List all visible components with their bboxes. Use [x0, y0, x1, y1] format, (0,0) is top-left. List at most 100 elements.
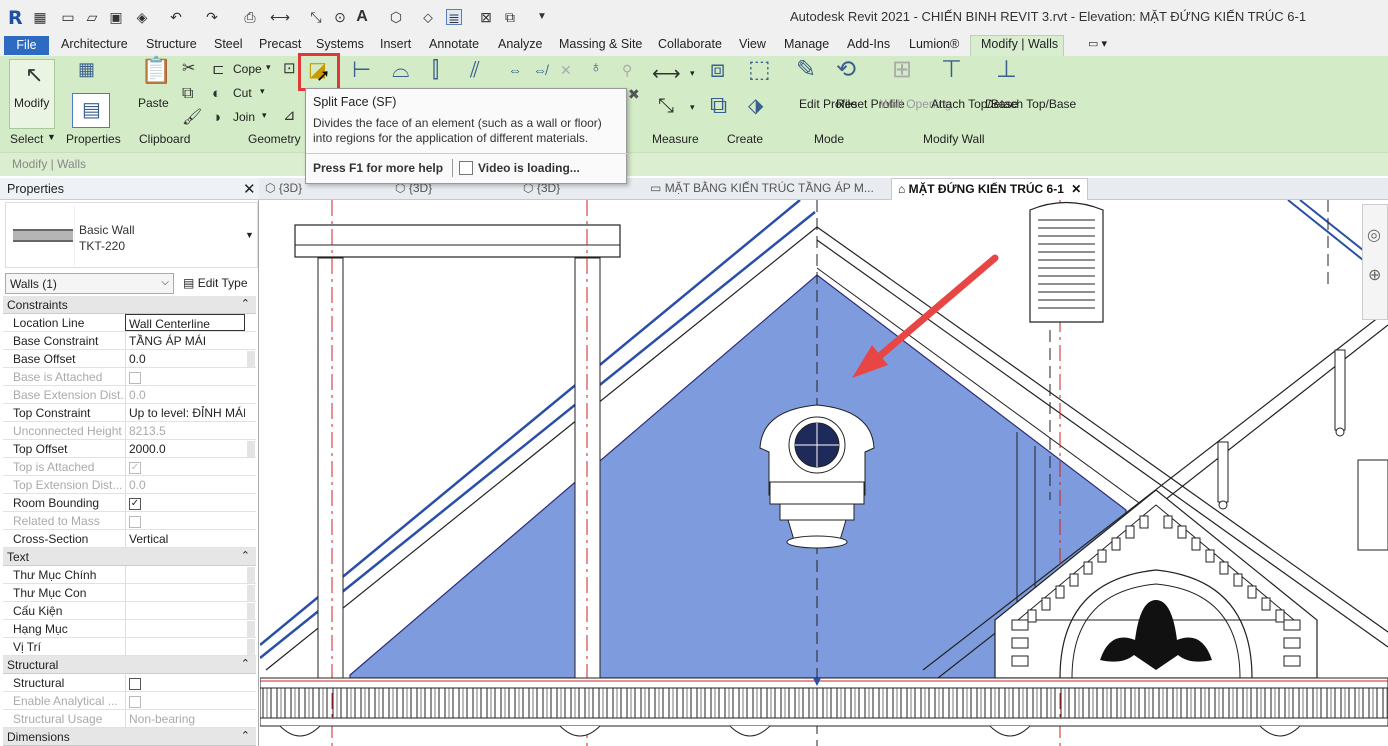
tab-add-ins[interactable]: Add-Ins — [847, 37, 890, 51]
tab-structure[interactable]: Structure — [146, 37, 197, 51]
match-properties-icon[interactable]: 🖌 — [182, 108, 202, 128]
file-menu-button[interactable]: File — [4, 36, 49, 55]
row-top-offset[interactable]: Top Offset 2000.0 — [3, 440, 256, 458]
undo-icon[interactable]: ↶ — [168, 9, 184, 25]
join-icon[interactable]: ◑ — [212, 108, 221, 128]
join-label[interactable]: Join — [233, 110, 255, 124]
dimension-dropdown-icon[interactable]: ▾ — [690, 102, 695, 113]
row-thu-muc-con[interactable]: Thư Mục Con — [3, 584, 256, 602]
detach-top-base-label[interactable]: Detach Top/Base — [985, 97, 1076, 112]
view-tab-floor-plan[interactable]: ▭ MẶT BẰNG KIẾN TRÚC TẦNG ÁP M... — [650, 181, 874, 195]
open-folder-icon[interactable]: ▱ — [84, 9, 100, 25]
row-cross-section[interactable]: Cross-Section Vertical — [3, 530, 256, 548]
row-thu-muc-chinh[interactable]: Thư Mục Chính — [3, 566, 256, 584]
row-hang-muc[interactable]: Hạng Mục — [3, 620, 256, 638]
row-room-bounding[interactable]: Room Bounding ✓ — [3, 494, 256, 512]
cope-icon[interactable]: ⊏ — [212, 60, 225, 80]
row-top-constraint[interactable]: Top Constraint Up to level: ĐỈNH MÁI — [3, 404, 256, 422]
mirror-draw-icon[interactable]: ⫽ — [470, 59, 480, 81]
delete-element-icon[interactable]: ✖ — [628, 84, 640, 104]
home-icon[interactable]: ▦ — [32, 9, 48, 25]
reset-profile-icon[interactable]: ⟲ — [836, 58, 856, 82]
view-tab-elevation[interactable]: ⌂ MẶT ĐỨNG KIẾN TRÚC 6-1 ✕ — [891, 178, 1089, 200]
collapse-icon[interactable]: ⌃ — [241, 729, 250, 742]
reset-profile-label[interactable]: Reset Profile — [836, 97, 905, 112]
tab-view[interactable]: View — [739, 37, 766, 51]
tab-massing-site[interactable]: Massing & Site — [559, 37, 642, 51]
edit-type-button[interactable]: ▤ Edit Type — [180, 273, 256, 294]
row-base-constraint[interactable]: Base Constraint TẦNG ÁP MÁI — [3, 332, 256, 350]
create-assembly-icon[interactable]: ⧈ — [710, 58, 725, 82]
section-structural[interactable]: Structural ⌃ — [3, 656, 256, 674]
aligned-dimension-icon[interactable]: ⤡ — [308, 9, 324, 25]
tab-precast[interactable]: Precast — [259, 37, 301, 51]
wall-opening-label[interactable]: Wall Opening — [880, 97, 952, 112]
create-parts-icon[interactable]: ⬚ — [748, 58, 771, 82]
switch-windows-icon[interactable]: ⧉ — [502, 9, 518, 25]
navigation-bar[interactable]: ◎ ⊕ — [1362, 204, 1388, 320]
new-file-icon[interactable]: ▭ — [60, 9, 76, 25]
move-icon[interactable]: ⇔ — [508, 60, 522, 80]
save-icon[interactable]: ▣ — [108, 9, 124, 25]
panel-toggle-icon[interactable]: ▭ ▾ — [1088, 37, 1107, 50]
cut-geometry-icon[interactable]: ◐ — [212, 84, 221, 104]
measure-ruler-icon[interactable]: ⟷ — [652, 64, 681, 84]
wall-opening-icon[interactable]: ⊞ — [892, 58, 912, 82]
section-constraints[interactable]: Constraints ⌃ — [3, 296, 256, 314]
type-properties-icon[interactable]: ▦ — [78, 59, 95, 79]
attach-top-base-label[interactable]: Attach Top/Base — [931, 97, 1018, 112]
print-icon[interactable]: ⎙ — [242, 9, 258, 25]
collapse-icon[interactable]: ⌃ — [241, 549, 250, 562]
thin-lines-icon[interactable]: ≣ — [446, 9, 462, 26]
view-cube-icon[interactable]: ◎ — [1367, 225, 1381, 245]
cope-dropdown-icon[interactable]: ▾ — [266, 62, 271, 73]
room-bounding-checkbox[interactable]: ✓ — [129, 497, 141, 510]
tag-icon[interactable]: ⊙ — [332, 9, 348, 25]
sync-icon[interactable]: ◈ — [134, 9, 150, 25]
tab-lumion[interactable]: Lumion® — [909, 37, 959, 51]
attach-top-base-icon[interactable]: ⊤ — [941, 58, 962, 82]
elevation-drawing[interactable] — [260, 200, 1388, 746]
section-icon[interactable]: ⬦ — [420, 9, 436, 25]
close-tab-icon[interactable]: ✕ — [1071, 182, 1081, 196]
measure-icon[interactable]: ⟷ — [270, 9, 290, 25]
offset-icon[interactable]: ⌓ — [392, 59, 409, 81]
text-icon[interactable]: A — [354, 9, 370, 25]
drawing-canvas[interactable]: ◎ ⊕ — [260, 200, 1388, 746]
row-cau-kien[interactable]: Cấu Kiện — [3, 602, 256, 620]
delete-icon[interactable]: ✕ — [560, 60, 572, 80]
customize-qat-icon[interactable]: ▼ — [534, 9, 550, 25]
instance-selector[interactable]: Walls (1) ⌵ — [5, 273, 174, 294]
tab-insert[interactable]: Insert — [380, 37, 411, 51]
measure-dropdown-icon[interactable]: ▾ — [690, 68, 695, 79]
revit-logo-icon[interactable]: R — [8, 7, 23, 29]
align-icon[interactable]: ⊢ — [352, 59, 371, 81]
tab-collaborate[interactable]: Collaborate — [658, 37, 722, 51]
detach-top-base-icon[interactable]: ⊥ — [996, 58, 1017, 82]
wall-joins-icon[interactable]: ⊡ — [283, 59, 296, 79]
tab-modify-walls-label[interactable]: Modify | Walls — [981, 37, 1058, 51]
copy-element-icon[interactable]: ⇎ — [533, 60, 547, 80]
select-group-label[interactable]: Select — [10, 132, 43, 146]
pin-icon[interactable]: ⚲ — [622, 60, 632, 80]
lightbulb-icon[interactable]: ♁ — [590, 58, 602, 78]
tab-systems[interactable]: Systems — [316, 37, 364, 51]
tab-analyze[interactable]: Analyze — [498, 37, 542, 51]
cope-label[interactable]: Cope — [233, 62, 262, 76]
location-line-field[interactable]: Wall Centerline — [125, 314, 245, 331]
mirror-pick-icon[interactable]: ⫿ — [432, 59, 439, 81]
create-similar-icon[interactable]: ⬗ — [748, 96, 763, 116]
zoom-icon[interactable]: ⊕ — [1368, 265, 1381, 285]
close-icon[interactable]: ✕ — [243, 180, 256, 198]
row-vi-tri[interactable]: Vị Trí — [3, 638, 256, 656]
view-tab-3d-1[interactable]: ⬡ {3D} — [265, 181, 302, 195]
clipboard-icon[interactable]: 📋 — [140, 57, 172, 83]
paste-label[interactable]: Paste — [138, 96, 169, 110]
collapse-icon[interactable]: ⌃ — [241, 297, 250, 310]
close-hidden-icon[interactable]: ⊠ — [478, 9, 494, 25]
cut-label[interactable]: Cut — [233, 86, 252, 100]
paint-icon[interactable]: ⊿ — [283, 106, 296, 126]
type-dropdown-icon[interactable]: ▼ — [245, 230, 254, 240]
tab-manage[interactable]: Manage — [784, 37, 829, 51]
create-group-icon[interactable]: ⧉ — [710, 94, 727, 118]
